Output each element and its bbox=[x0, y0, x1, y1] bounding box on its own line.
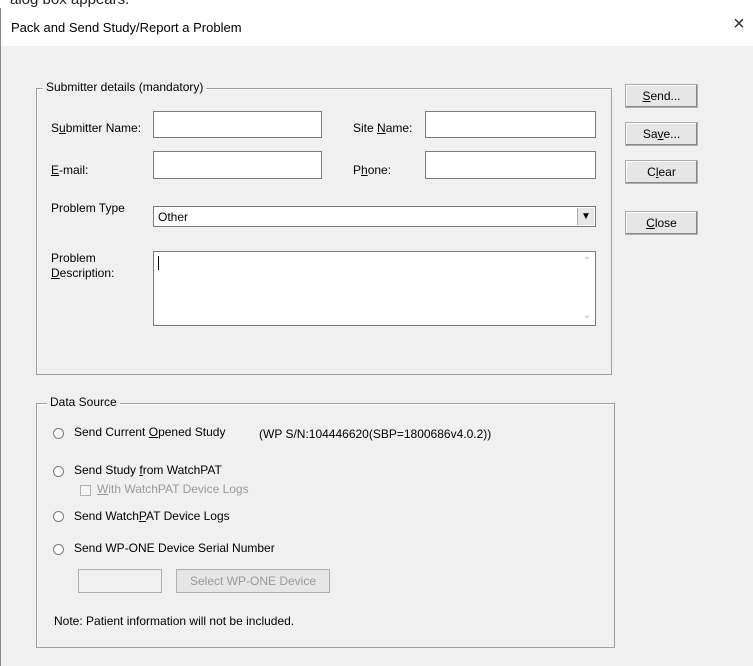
pack-and-send-dialog: Pack and Send Study/Report a Problem × S… bbox=[0, 8, 753, 666]
close-icon[interactable]: × bbox=[730, 14, 748, 34]
close-button[interactable]: Close bbox=[625, 211, 698, 235]
select-wp-one-device-button[interactable]: Select WP-ONE Device bbox=[176, 569, 330, 593]
submitter-details-legend: Submitter details (mandatory) bbox=[43, 80, 207, 94]
problem-type-value: Other bbox=[158, 210, 189, 224]
send-button[interactable]: Send... bbox=[625, 84, 698, 108]
background-partial-text-strip: alog box appears. bbox=[0, 0, 753, 8]
site-name-input[interactable] bbox=[425, 111, 596, 138]
phone-label: Phone: bbox=[353, 163, 392, 177]
problem-type-label: Problem Type bbox=[51, 201, 125, 215]
dropdown-arrow-icon[interactable]: ▼ bbox=[577, 208, 594, 225]
problem-type-dropdown[interactable]: Other ▼ bbox=[153, 206, 596, 227]
title-bar: Pack and Send Study/Report a Problem × bbox=[1, 8, 753, 46]
radio-send-device-logs[interactable] bbox=[53, 511, 64, 522]
radio-send-wp-one-serial[interactable] bbox=[53, 544, 64, 555]
send-study-from-watchpat-label[interactable]: Send Study from WatchPAT bbox=[74, 463, 222, 477]
current-study-device-info: (WP S/N:104446620(SBP=1800686v4.0.2)) bbox=[259, 427, 492, 441]
submitter-name-input[interactable] bbox=[153, 111, 322, 138]
scroll-up-icon[interactable]: ⌃ bbox=[583, 256, 591, 267]
dialog-title: Pack and Send Study/Report a Problem bbox=[11, 20, 242, 35]
submitter-name-label: Submitter Name: bbox=[51, 121, 142, 135]
phone-input[interactable] bbox=[425, 151, 596, 179]
email-label: E-mail: bbox=[51, 163, 89, 177]
patient-info-note: Note: Patient information will not be in… bbox=[54, 614, 295, 628]
problem-description-label: Problem Description: bbox=[51, 251, 115, 280]
problem-description-textarea[interactable]: ⌃ ⌄ bbox=[153, 251, 596, 326]
radio-send-study-from-watchpat[interactable] bbox=[53, 466, 64, 477]
wp-one-serial-input[interactable] bbox=[78, 569, 162, 593]
partial-document-text: alog box appears. bbox=[10, 0, 129, 8]
radio-send-current-study[interactable] bbox=[53, 428, 64, 439]
save-button[interactable]: Save... bbox=[625, 122, 698, 146]
text-caret bbox=[158, 256, 159, 270]
with-device-logs-label: With WatchPAT Device Logs bbox=[97, 482, 249, 496]
email-input[interactable] bbox=[153, 151, 322, 179]
with-device-logs-checkbox[interactable] bbox=[80, 485, 91, 496]
data-source-legend: Data Source bbox=[47, 395, 120, 409]
send-wp-one-serial-label[interactable]: Send WP-ONE Device Serial Number bbox=[74, 541, 275, 555]
scroll-down-icon[interactable]: ⌄ bbox=[583, 310, 591, 321]
clear-button[interactable]: Clear bbox=[625, 160, 698, 184]
send-current-study-label[interactable]: Send Current Opened Study bbox=[74, 425, 225, 439]
site-name-label: Site Name: bbox=[353, 121, 413, 135]
send-device-logs-label[interactable]: Send WatchPAT Device Logs bbox=[74, 509, 230, 523]
